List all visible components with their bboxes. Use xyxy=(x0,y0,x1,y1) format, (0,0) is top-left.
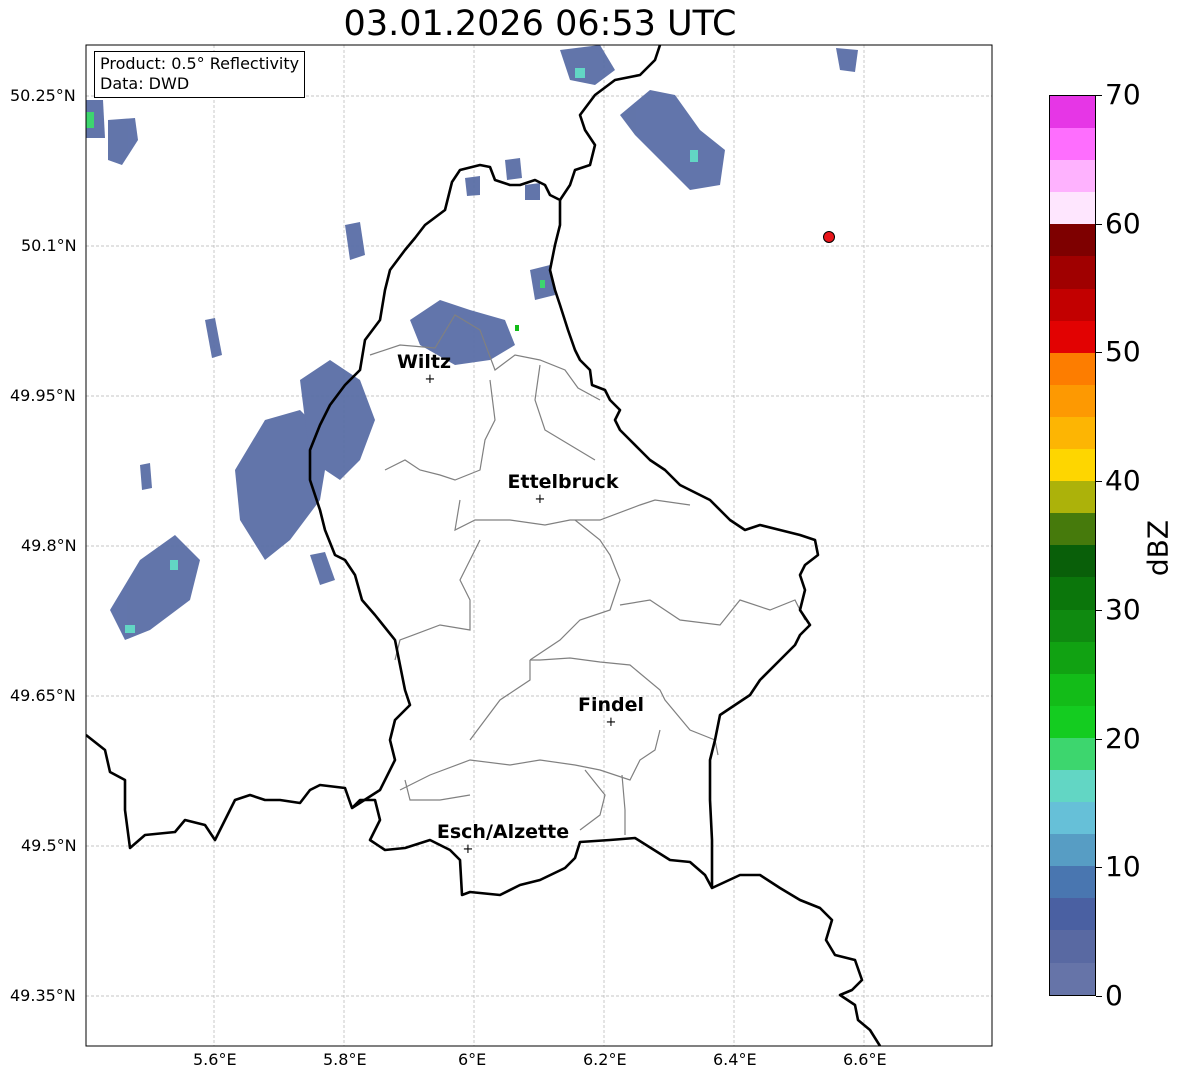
colorbar-tick-mark xyxy=(1096,95,1102,96)
colorbar-segment xyxy=(1050,449,1095,482)
city-marker-wiltz: + xyxy=(425,372,436,387)
city-marker-findel: + xyxy=(606,715,617,730)
city-marker-ettelbruck: + xyxy=(535,492,546,507)
colorbar-segment xyxy=(1050,256,1095,289)
lon-tick-label: 6.2°E xyxy=(583,1050,627,1069)
data-source-label: Data: DWD xyxy=(100,74,190,93)
colorbar-segment xyxy=(1050,705,1095,738)
colorbar-segment xyxy=(1050,545,1095,578)
lat-tick-label: 49.35°N xyxy=(10,986,76,1005)
colorbar-segment xyxy=(1050,962,1095,995)
colorbar-segment xyxy=(1050,834,1095,867)
colorbar-tick-mark xyxy=(1096,223,1102,225)
colorbar-segment xyxy=(1050,224,1095,257)
city-label-esch-alzette: Esch/Alzette xyxy=(437,821,569,843)
colorbar-segment xyxy=(1050,802,1095,835)
lat-tick-label: 49.8°N xyxy=(21,536,77,555)
colorbar-segment xyxy=(1050,481,1095,514)
colorbar-tick-label: 40 xyxy=(1105,464,1141,498)
colorbar-tick-mark xyxy=(1096,738,1102,740)
colorbar-segment xyxy=(1050,384,1095,417)
colorbar-tick-mark xyxy=(1096,609,1102,611)
colorbar-segment xyxy=(1050,352,1095,385)
lat-tick-label: 49.95°N xyxy=(10,386,76,405)
colorbar-segment xyxy=(1050,673,1095,706)
lon-tick-label: 6.4°E xyxy=(713,1050,757,1069)
colorbar-segment xyxy=(1050,769,1095,803)
lon-tick-label: 5.8°E xyxy=(323,1050,367,1069)
colorbar-tick-label: 30 xyxy=(1105,592,1141,626)
colorbar-segment xyxy=(1050,577,1095,610)
colorbar-label: dBZ xyxy=(1141,519,1175,577)
colorbar-tick-label: 10 xyxy=(1105,850,1141,884)
colorbar xyxy=(1049,95,1096,996)
lon-tick-label: 5.6°E xyxy=(193,1050,237,1069)
colorbar-tick-mark xyxy=(1096,996,1102,997)
colorbar-segment xyxy=(1050,609,1095,642)
lat-tick-label: 50.1°N xyxy=(21,236,77,255)
colorbar-tick-label: 0 xyxy=(1105,979,1123,1012)
colorbar-tick-label: 50 xyxy=(1105,335,1141,369)
city-label-ettelbruck: Ettelbruck xyxy=(508,471,619,493)
city-label-findel: Findel xyxy=(578,694,644,716)
colorbar-tick-label: 20 xyxy=(1105,721,1141,755)
colorbar-segment xyxy=(1050,416,1095,450)
colorbar-tick-mark xyxy=(1096,352,1102,354)
lon-tick-label: 6.6°E xyxy=(843,1050,887,1069)
city-label-wiltz: Wiltz xyxy=(397,351,451,373)
lat-tick-label: 49.5°N xyxy=(21,836,77,855)
lat-tick-label: 49.65°N xyxy=(10,686,76,705)
colorbar-segment xyxy=(1050,513,1095,546)
colorbar-segment xyxy=(1050,288,1095,321)
colorbar-segment xyxy=(1050,128,1095,161)
colorbar-segment xyxy=(1050,192,1095,225)
colorbar-tick-label: 70 xyxy=(1105,78,1141,111)
colorbar-segment xyxy=(1050,737,1095,770)
colorbar-segment xyxy=(1050,866,1095,899)
product-label: Product: 0.5° Reflectivity xyxy=(100,54,300,73)
colorbar-segment xyxy=(1050,641,1095,674)
colorbar-tick-mark xyxy=(1096,867,1102,869)
city-marker-esch-alzette: + xyxy=(463,842,474,857)
colorbar-segment xyxy=(1050,160,1095,193)
radar-site-marker[interactable] xyxy=(823,231,835,243)
lon-tick-label: 6°E xyxy=(458,1050,487,1069)
colorbar-segment xyxy=(1050,898,1095,931)
lat-tick-label: 50.25°N xyxy=(10,86,76,105)
colorbar-tick-mark xyxy=(1096,481,1102,483)
colorbar-tick-label: 60 xyxy=(1105,206,1141,240)
colorbar-segment xyxy=(1050,96,1095,129)
info-box: Product: 0.5° Reflectivity Data: DWD xyxy=(94,51,306,98)
colorbar-segment xyxy=(1050,930,1095,963)
colorbar-segment xyxy=(1050,320,1095,353)
radar-map[interactable]: Wiltz + Ettelbruck + Findel + Esch/Alzet… xyxy=(0,0,1184,1081)
